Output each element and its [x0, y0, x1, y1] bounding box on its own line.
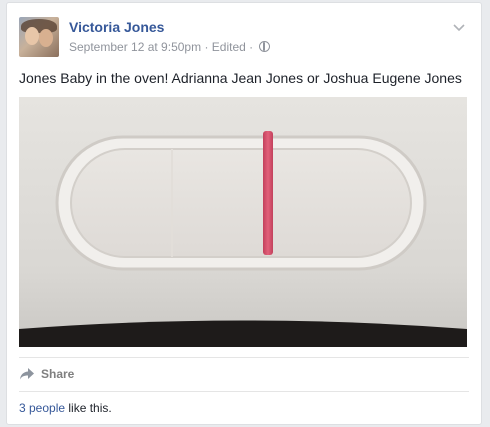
chevron-down-icon[interactable]	[451, 19, 467, 35]
likes-people-link[interactable]: 3 people	[19, 401, 65, 415]
post-header: Victoria Jones September 12 at 9:50pm · …	[19, 13, 469, 57]
share-button[interactable]: Share	[19, 363, 74, 385]
author-avatar[interactable]	[19, 17, 59, 57]
likes-suffix: like this.	[65, 401, 112, 415]
post-photo[interactable]	[19, 97, 467, 347]
share-icon	[20, 368, 34, 380]
globe-icon[interactable]	[258, 41, 270, 52]
share-label: Share	[41, 367, 75, 381]
meta-separator-2: ·	[249, 40, 254, 54]
likes-summary: 3 people like this.	[19, 401, 112, 415]
post-timestamp[interactable]: September 12 at 9:50pm	[69, 40, 201, 54]
post-meta: September 12 at 9:50pm · Edited ·	[69, 40, 270, 54]
divider-bottom	[19, 391, 469, 392]
avatar-face-right	[39, 29, 53, 47]
meta-separator-1: ·	[204, 40, 209, 54]
edited-label[interactable]: Edited	[212, 40, 246, 54]
avatar-face-left	[25, 27, 39, 45]
post-card: Victoria Jones September 12 at 9:50pm · …	[6, 2, 482, 425]
pregnancy-test-image	[19, 97, 467, 347]
author-name[interactable]: Victoria Jones	[69, 19, 164, 35]
post-message: Jones Baby in the oven! Adrianna Jean Jo…	[19, 70, 462, 86]
divider-top	[19, 357, 469, 358]
